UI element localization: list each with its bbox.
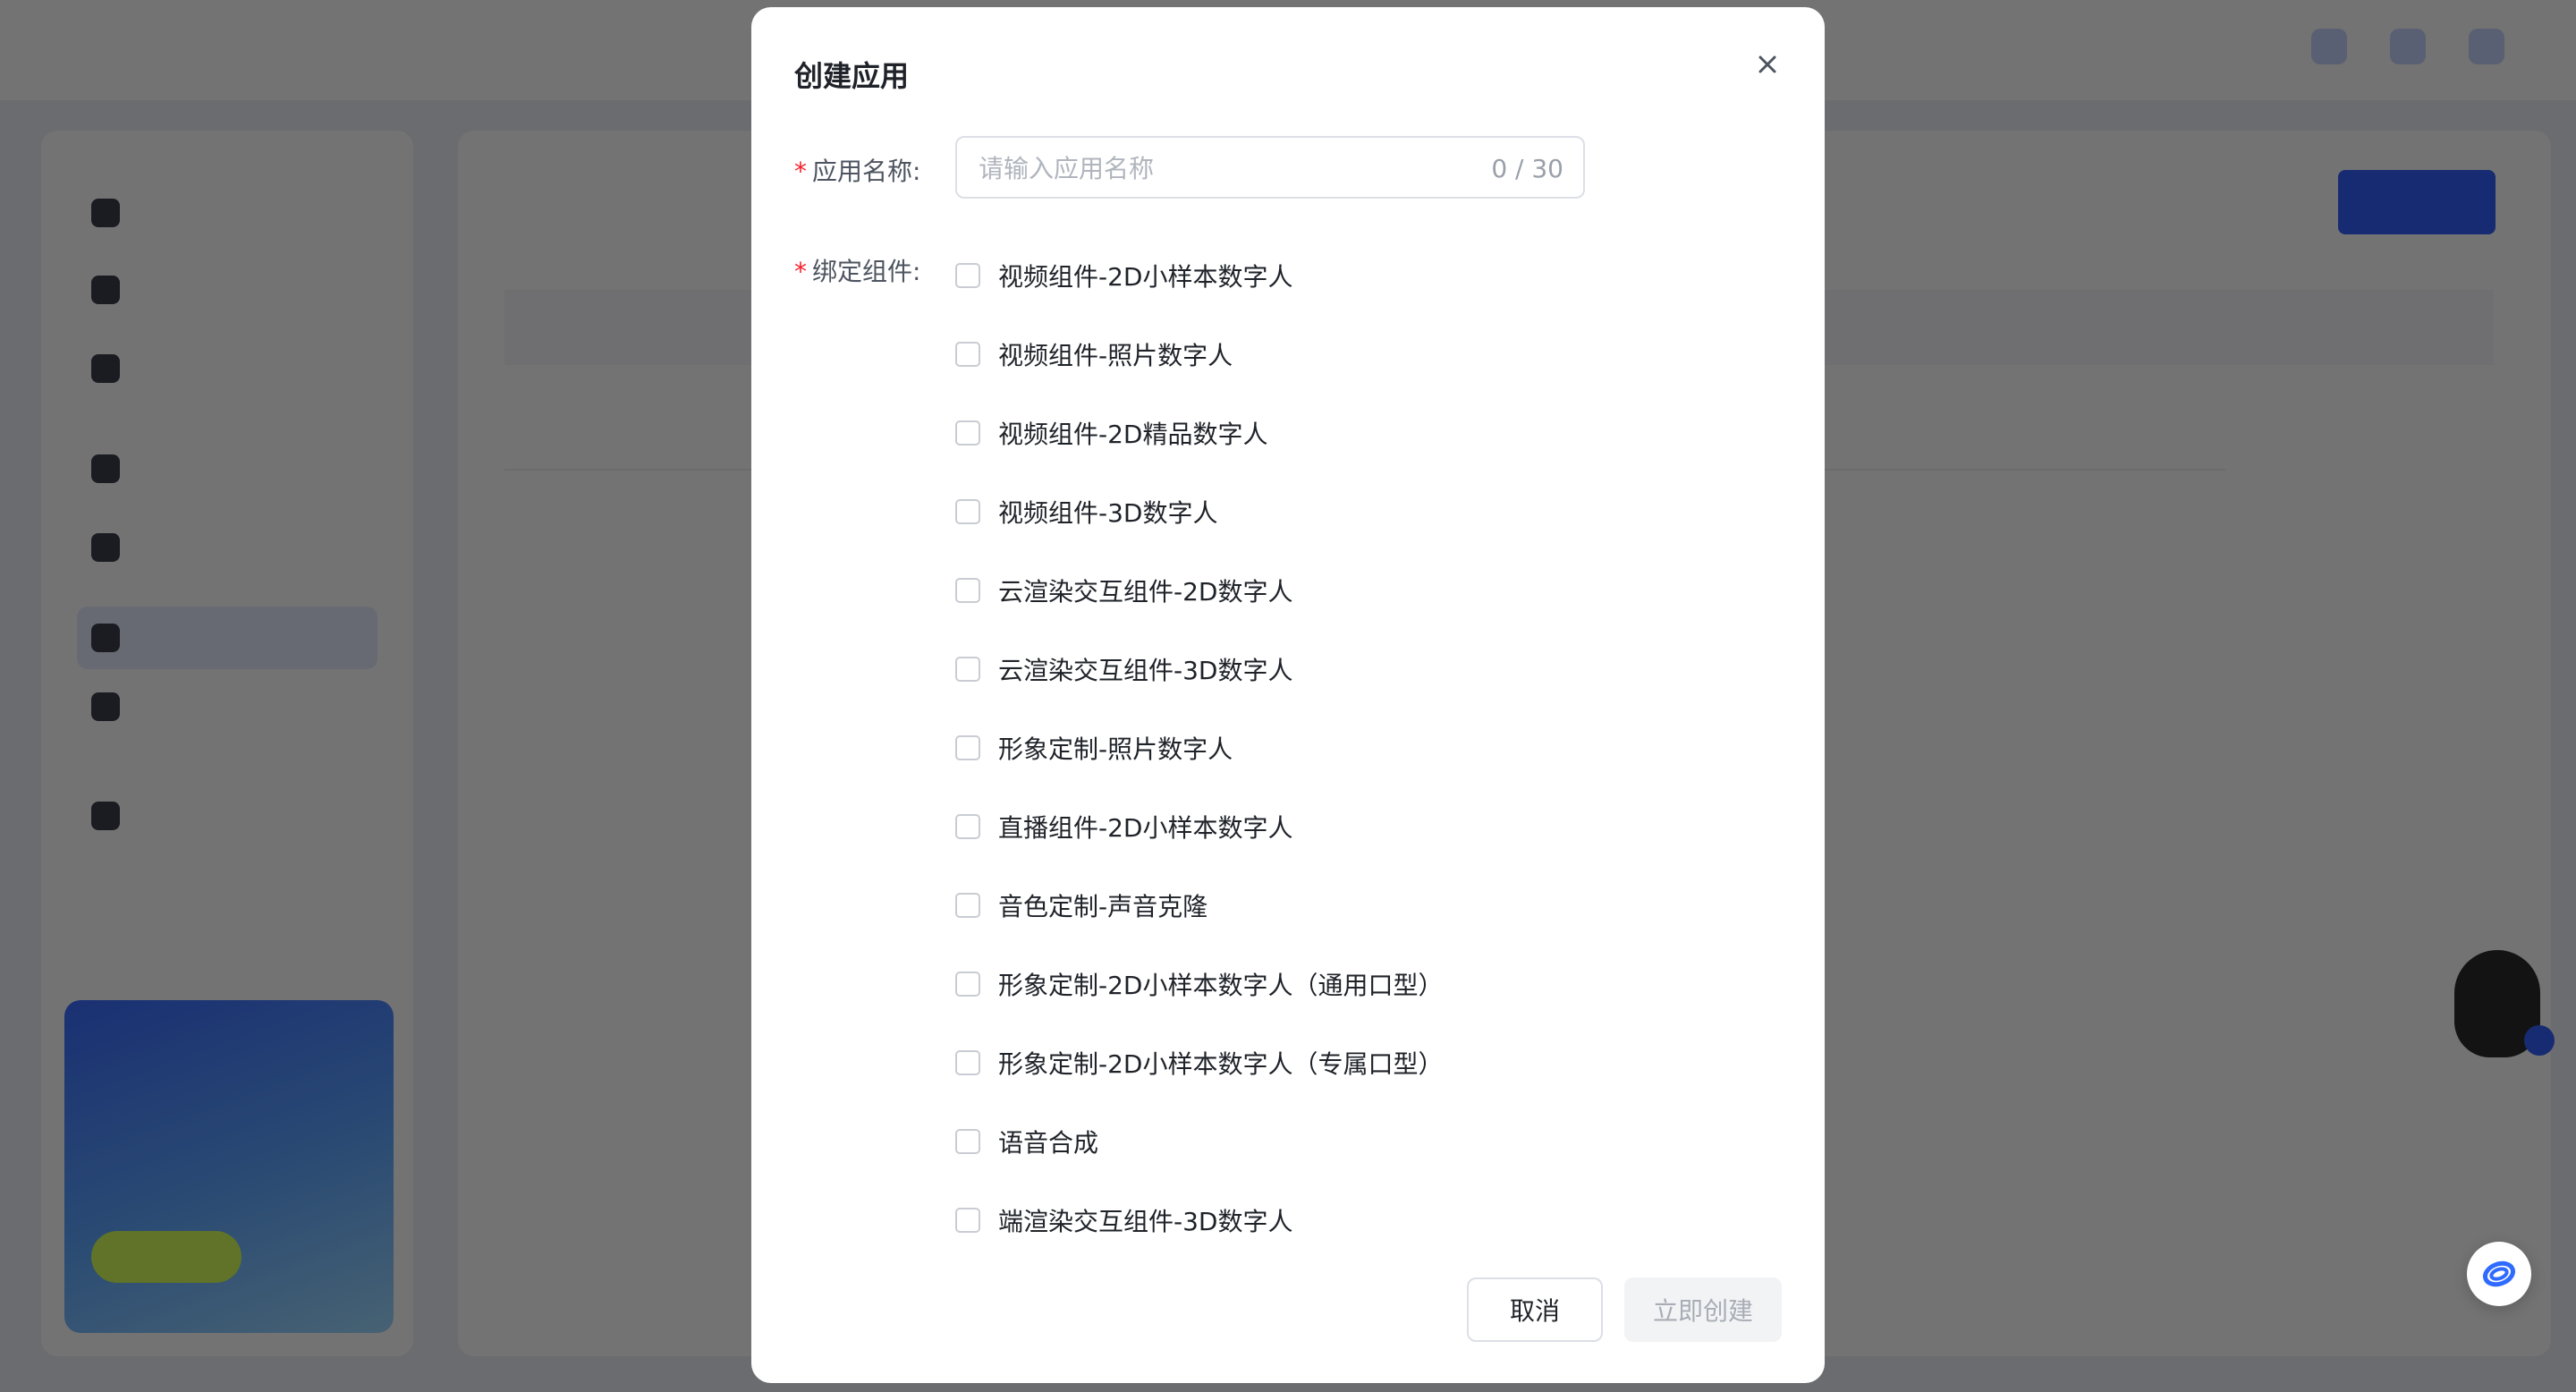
checkbox[interactable] (955, 342, 980, 367)
component-option-label: 视频组件-照片数字人 (998, 341, 1233, 370)
create-app-dialog: 创建应用 *应用名称: 0 / 30 *绑定组件: 视频组件-2D小样本数字人视… (751, 7, 1825, 1383)
component-option-label: 形象定制-2D小样本数字人（通用口型） (998, 971, 1444, 1000)
component-option[interactable]: 音色定制-声音克隆 (955, 886, 1208, 925)
component-option-label: 视频组件-2D精品数字人 (998, 420, 1268, 449)
required-mark: * (794, 157, 807, 186)
component-option[interactable]: 语音合成 (955, 1122, 1098, 1161)
checkbox[interactable] (955, 1208, 980, 1233)
component-option[interactable]: 视频组件-照片数字人 (955, 335, 1233, 374)
component-option-label: 语音合成 (998, 1128, 1099, 1158)
component-option-label: 云渲染交互组件-3D数字人 (998, 656, 1293, 685)
checkbox[interactable] (955, 263, 980, 288)
checkbox[interactable] (955, 420, 980, 446)
component-option[interactable]: 云渲染交互组件-2D数字人 (955, 571, 1292, 610)
checkbox[interactable] (955, 893, 980, 918)
component-option[interactable]: 端渲染交互组件-3D数字人 (955, 1201, 1292, 1240)
required-mark: * (794, 257, 807, 286)
app-name-field: 0 / 30 (955, 136, 1585, 199)
checkbox[interactable] (955, 972, 980, 997)
checkbox[interactable] (955, 1050, 980, 1075)
component-option-label: 视频组件-3D数字人 (998, 498, 1218, 528)
component-option[interactable]: 云渲染交互组件-3D数字人 (955, 649, 1292, 689)
checkbox[interactable] (955, 499, 980, 524)
create-now-button[interactable]: 立即创建 (1624, 1277, 1782, 1342)
component-option-label: 直播组件-2D小样本数字人 (998, 813, 1293, 843)
dialog-title: 创建应用 (794, 59, 910, 93)
component-option[interactable]: 形象定制-2D小样本数字人（专属口型） (955, 1043, 1443, 1082)
close-icon[interactable] (1751, 48, 1784, 81)
component-option-label: 视频组件-2D小样本数字人 (998, 262, 1293, 292)
component-option-label: 端渲染交互组件-3D数字人 (998, 1207, 1293, 1236)
component-option[interactable]: 视频组件-2D小样本数字人 (955, 256, 1292, 295)
component-option[interactable]: 形象定制-照片数字人 (955, 728, 1233, 768)
component-option[interactable]: 视频组件-2D精品数字人 (955, 413, 1267, 453)
component-option-label: 形象定制-2D小样本数字人（专属口型） (998, 1049, 1444, 1079)
checkbox[interactable] (955, 814, 980, 839)
components-label: * 绑定组件: (794, 252, 920, 288)
checkbox[interactable] (955, 1129, 980, 1154)
component-option[interactable]: 直播组件-2D小样本数字人 (955, 807, 1292, 846)
app-name-label-text: 应用名称: (812, 157, 921, 186)
char-counter: 0 / 30 (1491, 154, 1563, 183)
component-option-label: 形象定制-照片数字人 (998, 734, 1233, 764)
checkbox[interactable] (955, 578, 980, 603)
components-label-text: 绑定组件: (812, 257, 921, 286)
cancel-button[interactable]: 取消 (1467, 1277, 1603, 1342)
component-option-label: 音色定制-声音克隆 (998, 892, 1208, 921)
component-option-label: 云渲染交互组件-2D数字人 (998, 577, 1293, 607)
checkbox[interactable] (955, 657, 980, 682)
component-option[interactable]: 视频组件-3D数字人 (955, 492, 1217, 531)
assistant-icon (2483, 1260, 2515, 1287)
app-name-input[interactable] (977, 138, 1463, 199)
app-name-label: * 应用名称: (794, 152, 920, 188)
checkbox[interactable] (955, 735, 980, 760)
component-option[interactable]: 形象定制-2D小样本数字人（通用口型） (955, 964, 1443, 1004)
assistant-float-button[interactable] (2467, 1242, 2531, 1306)
